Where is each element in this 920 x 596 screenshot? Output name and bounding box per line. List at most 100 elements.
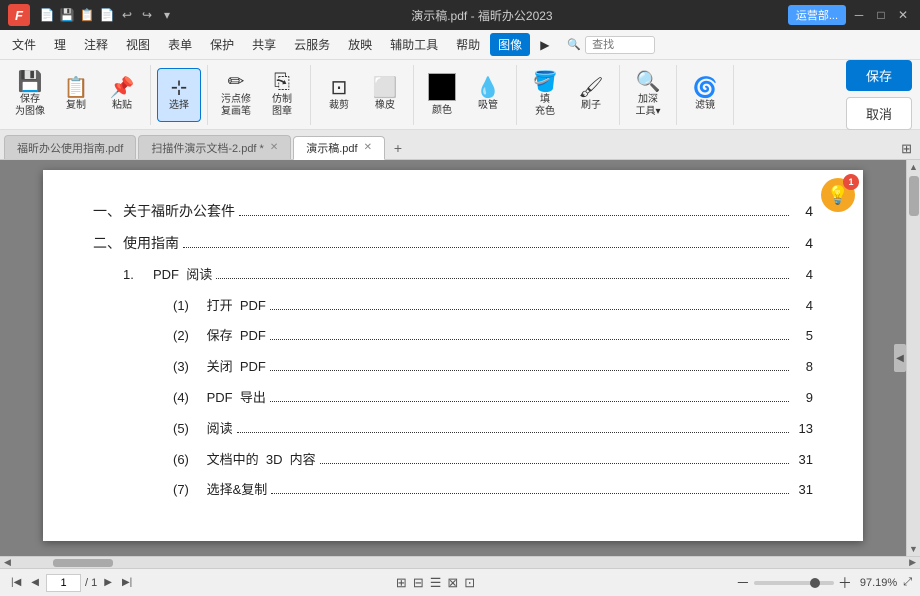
tab-fuxin-guide[interactable]: 福昕办公使用指南.pdf <box>4 135 136 159</box>
toc-number: (1) <box>173 296 203 317</box>
menu-form[interactable]: 表单 <box>160 33 200 56</box>
cancel-button[interactable]: 取消 <box>846 97 912 130</box>
h-scroll-right-arrow[interactable]: ▶ <box>907 557 918 568</box>
thumbnail-view-icon[interactable]: ⊞ <box>396 575 407 591</box>
menu-view[interactable]: 视图 <box>118 33 158 56</box>
status-icons: ⊞ ⊟ ☰ ⊠ ⊡ <box>396 575 475 591</box>
tool-group-retouch: ✏ 污点修复画笔 ⎘ 仿制图章 <box>214 65 311 125</box>
menu-protect[interactable]: 保护 <box>202 33 242 56</box>
eyedropper-icon: 💧 <box>476 78 501 98</box>
toc-dots <box>270 309 789 310</box>
fill-button[interactable]: 🪣 填充色 <box>523 68 567 122</box>
h-scroll-left-arrow[interactable]: ◀ <box>2 557 13 568</box>
tab-list-icon[interactable]: ⊞ <box>897 139 916 159</box>
yunying-button[interactable]: 运营部... <box>788 5 846 25</box>
copy-icon[interactable]: 📋 <box>78 6 96 24</box>
toc-row-10: (7) 选择&复制 31 <box>173 480 813 501</box>
last-page-button[interactable]: ▶| <box>119 576 135 589</box>
menu-help[interactable]: 帮助 <box>448 33 488 56</box>
color-button[interactable]: 颜色 <box>420 68 464 122</box>
save-button[interactable]: 保存 <box>846 60 912 91</box>
toolbar: 💾 保存为图像 📋 复制 📌 粘贴 ⊹ 选择 ✏ 污点修复画笔 ⎘ 仿制图章 <box>0 60 920 130</box>
retouch-button[interactable]: ✏ 污点修复画笔 <box>214 68 258 122</box>
minimize-button[interactable]: ─ <box>850 6 868 24</box>
h-scroll-thumb[interactable] <box>53 559 113 567</box>
menu-present[interactable]: 放映 <box>340 33 380 56</box>
menu-file[interactable]: 文件 <box>4 33 44 56</box>
brush-icon: 🖌 <box>578 78 603 98</box>
tab-close-icon[interactable]: ✕ <box>270 143 278 153</box>
eyedropper-button[interactable]: 💧 吸管 <box>466 68 510 122</box>
notification-icon[interactable]: 💡 1 <box>821 178 855 212</box>
fit-icon[interactable]: ⊡ <box>464 575 475 591</box>
toc-row-2: 二、 使用指南 4 <box>93 232 813 254</box>
toc-number: (7) <box>173 480 203 501</box>
single-page-icon[interactable]: ⊟ <box>413 575 424 591</box>
menu-image[interactable]: 图像 <box>490 33 530 56</box>
continuous-icon[interactable]: ☰ <box>430 575 442 591</box>
paste-icon: 📌 <box>110 78 135 98</box>
fit-window-button[interactable]: ⤢ <box>903 576 912 589</box>
search-input[interactable] <box>585 36 655 54</box>
deepen-button[interactable]: 🔍 加深工具▾ <box>626 68 670 122</box>
fill-icon: 🪣 <box>533 72 558 92</box>
toc-dots <box>270 339 789 340</box>
toc-page: 4 <box>793 200 813 222</box>
first-page-button[interactable]: |◀ <box>8 576 24 589</box>
maximize-button[interactable]: □ <box>872 6 890 24</box>
brush-button[interactable]: 🖌 刷子 <box>569 68 613 122</box>
toc-page: 8 <box>793 357 813 378</box>
undo-icon[interactable]: ↩ <box>118 6 136 24</box>
clone-icon: ⎘ <box>274 72 290 92</box>
save-as-image-button[interactable]: 💾 保存为图像 <box>8 68 52 122</box>
search-dropdown[interactable]: 🔍 <box>567 38 581 51</box>
select-button[interactable]: ⊹ 选择 <box>157 68 201 122</box>
redo-icon[interactable]: ↪ <box>138 6 156 24</box>
side-collapse-arrow[interactable]: ◀ <box>894 344 906 372</box>
tab-scan-doc[interactable]: 扫描件演示文档-2.pdf * ✕ <box>138 135 291 159</box>
new-icon[interactable]: 📄 <box>98 6 116 24</box>
close-button[interactable]: ✕ <box>894 6 912 24</box>
save-as-image-icon: 💾 <box>18 72 43 92</box>
copy-icon: 📋 <box>64 78 89 98</box>
paste-button[interactable]: 📌 粘贴 <box>100 68 144 122</box>
scroll-down-arrow[interactable]: ▼ <box>907 542 920 556</box>
menu-comment[interactable]: 注释 <box>76 33 116 56</box>
menu-accessibility[interactable]: 辅助工具 <box>382 33 446 56</box>
retouch-icon: ✏ <box>228 72 245 92</box>
scroll-up-arrow[interactable]: ▲ <box>907 160 920 174</box>
zoom-out-button[interactable]: － <box>736 573 750 593</box>
scroll-thumb[interactable] <box>909 176 919 216</box>
zoom-in-button[interactable]: ＋ <box>838 573 852 593</box>
crop-button[interactable]: ⊡ 裁剪 <box>317 68 361 122</box>
menu-share[interactable]: 共享 <box>244 33 284 56</box>
toc-dots <box>320 463 789 464</box>
filter-button[interactable]: 🌀 滤镜 <box>683 68 727 122</box>
more-icon[interactable]: ▾ <box>158 6 176 24</box>
eraser-icon: ⬜ <box>373 78 398 98</box>
clone-button[interactable]: ⎘ 仿制图章 <box>260 68 304 122</box>
title-bar: F 📄 💾 📋 📄 ↩ ↪ ▾ 演示稿.pdf - 福昕办公2023 运营部..… <box>0 0 920 30</box>
page-input[interactable] <box>46 574 81 592</box>
prev-page-button[interactable]: ◀ <box>28 576 42 589</box>
save-icon[interactable]: 💾 <box>58 6 76 24</box>
copy-button[interactable]: 📋 复制 <box>54 68 98 122</box>
open-icon[interactable]: 📄 <box>38 6 56 24</box>
next-page-button[interactable]: ▶ <box>101 576 115 589</box>
horizontal-scrollbar[interactable]: ◀ ▶ <box>0 556 920 568</box>
tab-add-button[interactable]: + <box>387 137 409 159</box>
tab-demo[interactable]: 演示稿.pdf ✕ <box>293 136 385 160</box>
menu-edit[interactable]: 理 <box>46 33 74 56</box>
eraser-button[interactable]: ⬜ 橡皮 <box>363 68 407 122</box>
zoom-thumb[interactable] <box>810 578 820 588</box>
page-separator: / 1 <box>85 577 97 589</box>
tab-close-icon[interactable]: ✕ <box>364 143 372 153</box>
tab-label: 福昕办公使用指南.pdf <box>17 140 123 156</box>
tab-label: 扫描件演示文档-2.pdf * <box>151 140 263 156</box>
toc-title: 使用指南 <box>123 232 179 254</box>
toc-number: (6) <box>173 450 203 471</box>
two-page-icon[interactable]: ⊠ <box>447 575 458 591</box>
menu-cloud[interactable]: 云服务 <box>286 33 338 56</box>
menu-more[interactable]: ▶ <box>532 35 557 55</box>
right-scrollbar[interactable]: ▲ ▼ <box>906 160 920 556</box>
